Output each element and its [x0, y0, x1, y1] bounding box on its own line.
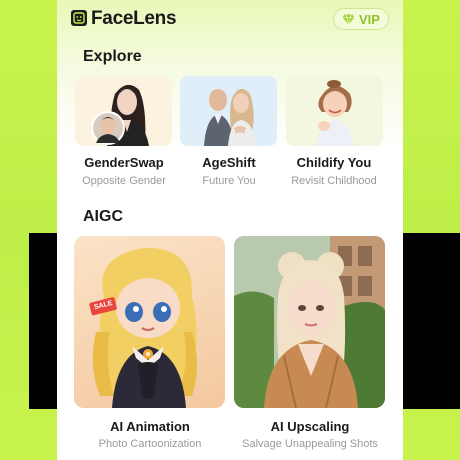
- childify-subtitle: Revisit Childhood: [291, 175, 377, 187]
- ai-animation-subtitle: Photo Cartoonization: [98, 438, 202, 450]
- ageshift-card[interactable]: [180, 76, 277, 146]
- vip-button[interactable]: VIP: [333, 8, 389, 30]
- ai-upscaling-title: AI Upscaling: [270, 419, 350, 434]
- app-header: FaceLens VIP: [57, 0, 403, 36]
- genderswap-title: GenderSwap: [84, 155, 164, 170]
- ai-animation-thumbnail: [89, 247, 197, 408]
- app-title: FaceLens: [91, 8, 177, 29]
- ai-upscaling-subtitle: Salvage Unappealing Shots: [242, 438, 378, 450]
- ageshift-thumbnail: [204, 88, 256, 146]
- ai-animation-title: AI Animation: [110, 419, 190, 434]
- childify-title: Childify You: [296, 155, 372, 170]
- facelens-logo-icon: [71, 10, 87, 26]
- ageshift-title: AgeShift: [202, 155, 256, 170]
- childify-thumbnail: [316, 80, 354, 146]
- childify-card[interactable]: [286, 76, 383, 146]
- genderswap-card[interactable]: [75, 76, 172, 146]
- explore-section-title: Explore: [83, 48, 142, 65]
- vip-label: VIP: [359, 11, 380, 27]
- genderswap-thumbnail: [91, 84, 149, 146]
- ai-upscaling-card[interactable]: [234, 236, 385, 408]
- diamond-icon: [342, 13, 355, 25]
- ageshift-subtitle: Future You: [202, 175, 256, 187]
- app-screen: FaceLens VIP Explore GenderSwap Opposite…: [57, 0, 403, 460]
- ai-upscaling-thumbnail: [234, 236, 385, 408]
- ai-animation-card[interactable]: SALE: [74, 236, 225, 408]
- genderswap-subtitle: Opposite Gender: [82, 175, 166, 187]
- letterbox-bar-left: [29, 233, 57, 409]
- letterbox-bar-right: [403, 233, 460, 409]
- aigc-section-title: AIGC: [83, 208, 123, 225]
